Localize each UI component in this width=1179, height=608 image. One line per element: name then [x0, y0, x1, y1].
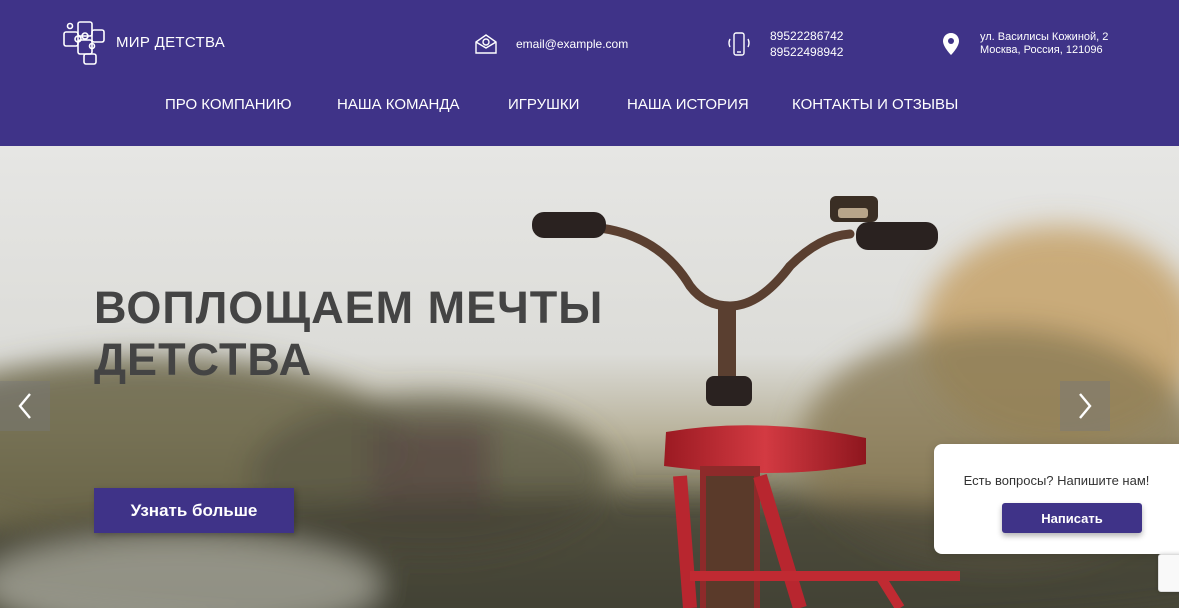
chat-question: Есть вопросы? Напишите нам! [963, 473, 1150, 488]
site-header: МИР ДЕТСТВА email@example.com 8952228674… [0, 0, 1179, 146]
nav-item-team[interactable]: НАША КОМАНДА [337, 96, 460, 113]
chevron-left-icon [18, 393, 31, 419]
slider-prev-button[interactable] [0, 381, 50, 431]
write-us-button[interactable]: Написать [1002, 503, 1142, 533]
phone-number-2[interactable]: 89522498942 [770, 44, 843, 60]
envelope-icon [475, 34, 497, 54]
chat-widget: Есть вопросы? Напишите нам! Написать [934, 444, 1179, 554]
nav-item-contacts[interactable]: КОНТАКТЫ И ОТЗЫВЫ [792, 96, 958, 113]
main-nav: ПРО КОМПАНИЮ НАША КОМАНДА ИГРУШКИ НАША И… [0, 96, 1179, 120]
location-pin-icon [943, 33, 959, 55]
brand-name: МИР ДЕТСТВА [116, 33, 226, 51]
learn-more-button[interactable]: Узнать больше [94, 488, 294, 533]
phone-number-1[interactable]: 89522286742 [770, 28, 843, 44]
email-link[interactable]: email@example.com [516, 37, 628, 51]
contact-address: ул. Василисы Кожиной, 2 Москва, Россия, … [942, 30, 1108, 58]
recaptcha-badge[interactable] [1158, 554, 1179, 592]
address-line-1: ул. Василисы Кожиной, 2 [980, 31, 1109, 43]
contact-phone[interactable]: 89522286742 89522498942 [728, 27, 843, 61]
nav-item-history[interactable]: НАША ИСТОРИЯ [627, 96, 749, 113]
nav-item-about[interactable]: ПРО КОМПАНИЮ [165, 96, 292, 113]
phone-icon [728, 32, 750, 56]
nav-item-toys[interactable]: ИГРУШКИ [508, 96, 579, 113]
brand-logo[interactable]: МИР ДЕТСТВА [58, 16, 225, 68]
address-line-2: Москва, Россия, 121096 [980, 44, 1103, 56]
chevron-right-icon [1079, 393, 1092, 419]
contact-email[interactable]: email@example.com [474, 31, 628, 57]
puzzle-icon [63, 21, 105, 65]
slider-next-button[interactable] [1060, 381, 1110, 431]
hero-title: ВОПЛОЩАЕМ МЕЧТЫ ДЕТСТВА [94, 282, 604, 385]
